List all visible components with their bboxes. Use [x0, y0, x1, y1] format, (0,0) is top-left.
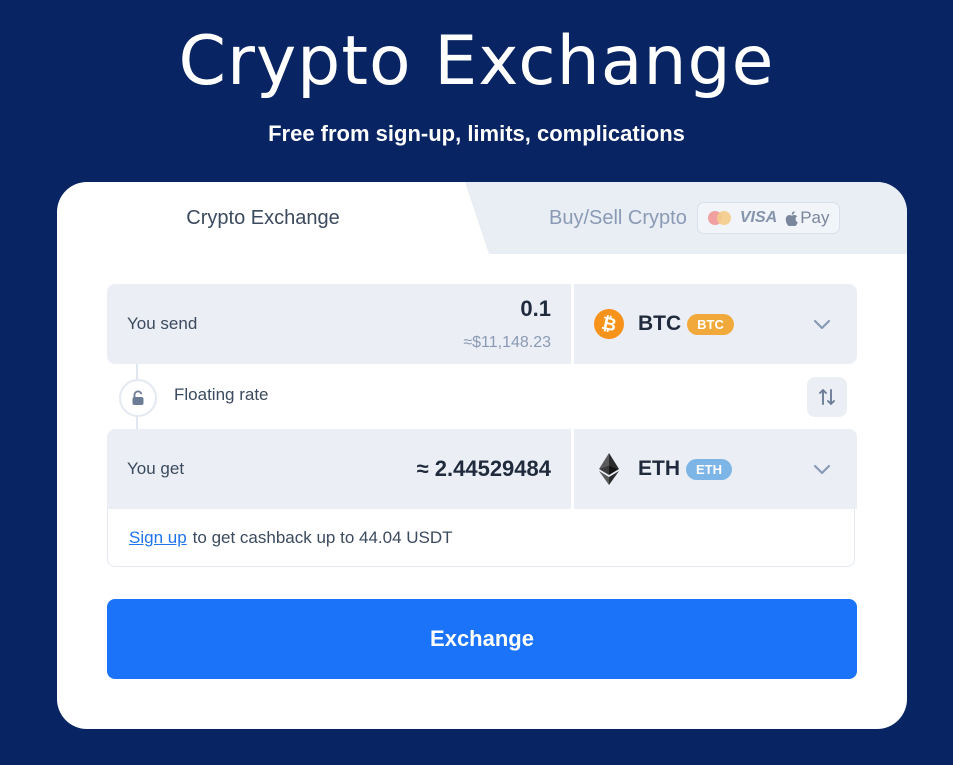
payment-methods-badge: VISA Pay — [696, 202, 841, 234]
send-coin-code: BTC — [638, 312, 682, 335]
floating-rate-label[interactable]: Floating rate — [174, 385, 269, 405]
chevron-down-icon[interactable] — [811, 313, 833, 335]
page-title: Crypto Exchange — [178, 22, 775, 101]
cashback-text: to get cashback up to 44.04 USDT — [192, 527, 453, 547]
apple-pay-logo: Pay — [785, 208, 829, 228]
apple-pay-label: Pay — [800, 208, 830, 227]
tab-crypto-exchange[interactable]: Crypto Exchange — [57, 182, 469, 254]
send-amount-input[interactable]: 0.1 — [520, 296, 551, 322]
send-field: You send 0.1 ≈$11,148.23 ₿ BTC BTC — [107, 284, 857, 364]
receive-coin-code: ETH — [638, 457, 680, 480]
receive-amount: ≈ 2.44529484 — [416, 456, 551, 481]
tab-buy-sell-label: Buy/Sell Crypto — [549, 206, 687, 229]
exchange-page: Crypto Exchange Free from sign-up, limit… — [0, 0, 953, 765]
exchange-button[interactable]: Exchange — [107, 599, 857, 679]
send-usd-value: ≈$11,148.23 — [463, 334, 551, 351]
apple-icon — [785, 210, 798, 226]
swap-icon — [819, 389, 835, 405]
visa-logo: VISA — [739, 209, 778, 226]
chevron-down-icon[interactable] — [811, 458, 833, 480]
tab-buy-sell-crypto[interactable]: Buy/Sell Crypto VISA Pay — [549, 202, 841, 234]
swap-currencies-button[interactable] — [807, 377, 847, 417]
rate-lock-button[interactable] — [119, 379, 157, 417]
cashback-promo: Sign up to get cashback up to 44.04 USDT — [107, 509, 855, 567]
sign-up-link[interactable]: Sign up — [129, 528, 187, 548]
receive-field: You get ≈ 2.44529484 ETH ETH — [107, 429, 857, 509]
field-divider — [571, 284, 574, 364]
field-divider — [571, 429, 574, 509]
exchange-widget: Crypto Exchange Buy/Sell Crypto VISA Pay… — [57, 182, 907, 729]
receive-label: You get — [127, 459, 185, 478]
page-subtitle: Free from sign-up, limits, complications — [268, 121, 685, 146]
tab-bar: Crypto Exchange Buy/Sell Crypto VISA Pay — [57, 182, 907, 254]
send-label: You send — [127, 314, 198, 333]
ethereum-icon — [599, 453, 619, 485]
bitcoin-icon: ₿ — [594, 309, 624, 339]
send-currency-select[interactable]: ₿ BTC BTC — [594, 284, 734, 364]
lock-icon — [132, 390, 144, 405]
mastercard-icon — [707, 211, 732, 225]
send-coin-badge: BTC — [687, 313, 734, 335]
receive-coin-badge: ETH — [686, 458, 732, 480]
receive-currency-select[interactable]: ETH ETH — [594, 429, 732, 509]
